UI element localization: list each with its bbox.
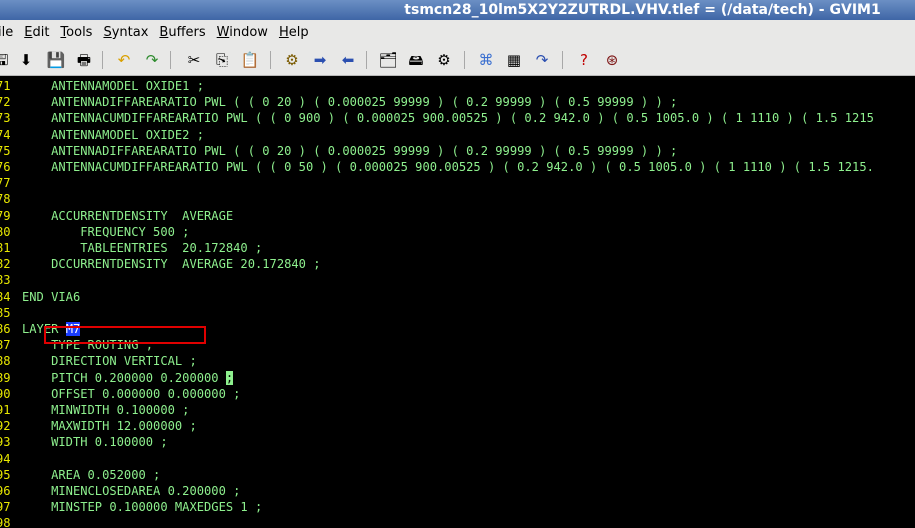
paste-icon[interactable]: 📋 (240, 50, 260, 70)
search-highlight: M7 (65, 322, 81, 336)
toolbar-separator (562, 51, 563, 69)
line-text: WIDTH 0.100000 ; (22, 435, 168, 450)
line-number: 86 (0, 322, 11, 336)
menu-item-buffers[interactable]: Buffers (159, 25, 205, 40)
find-next-icon[interactable]: ➡ (310, 50, 330, 70)
line-number: 80 (0, 224, 11, 239)
line-number: 71 (0, 79, 11, 93)
line-text: OFFSET 0.000000 0.000000 ; (22, 386, 241, 401)
line-number: 91 (0, 403, 11, 417)
save-session-icon[interactable]: 🖴 (406, 50, 426, 70)
menu-bar: ile Edit Tools Syntax Buffers Window Help (0, 20, 915, 44)
undo-icon[interactable]: ↶ (114, 50, 134, 70)
line-number: 97 (0, 500, 11, 515)
menu-item-tools[interactable]: Tools (60, 25, 92, 40)
copy-icon[interactable]: ⎘ (212, 50, 232, 70)
line-number: 77 (0, 176, 11, 191)
line-number: 84 (0, 289, 11, 304)
make-icon[interactable]: ⌘ (476, 50, 496, 70)
line-number: 88 (0, 354, 11, 369)
line-text: ACCURRENTDENSITY AVERAGE (22, 208, 234, 223)
toolbar-separator (170, 51, 171, 69)
redo-icon[interactable]: ↷ (142, 50, 162, 70)
load-session-icon[interactable]: 🗂 (378, 50, 398, 70)
window-titlebar: tsmcn28_10lm5X2Y2ZUTRDL.VHV.tlef = (/dat… (0, 0, 915, 20)
line-text: DIRECTION VERTICAL ; (22, 354, 197, 369)
line-text: ANTENNADIFFAREARATIO PWL ( ( 0 20 ) ( 0.… (22, 143, 678, 158)
line-text: AREA 0.052000 ; (22, 467, 161, 482)
line-number: 81 (0, 241, 11, 255)
line-number: 95 (0, 467, 11, 482)
line-number: 94 (0, 451, 11, 466)
line-number: 93 (0, 435, 11, 450)
text-cursor: ; (225, 370, 234, 385)
run-script-icon[interactable]: ⚙ (434, 50, 454, 70)
save-download-icon[interactable]: ⬇ (16, 50, 36, 70)
line-number: 76 (0, 160, 11, 174)
line-text: END VIA6 (22, 289, 81, 304)
line-number: 75 (0, 143, 11, 158)
line-number: 89 (0, 370, 11, 385)
save-all-icon[interactable]: 💾 (46, 50, 66, 70)
help-icon[interactable]: ? (574, 50, 594, 70)
toolbar-separator (270, 51, 271, 69)
line-text: ANTENNAMODEL OXIDE2 ; (22, 127, 205, 142)
menu-item-syntax[interactable]: Syntax (103, 25, 148, 40)
toolbar-separator (102, 51, 103, 69)
line-number: 96 (0, 484, 11, 498)
text-editor-area[interactable]: 71 ANTENNAMODEL OXIDE1 ; 72 ANTENNADIFFAR… (0, 76, 915, 528)
line-text: TYPE ROUTING ; (22, 338, 154, 353)
line-number: 73 (0, 111, 11, 126)
line-number: 78 (0, 192, 11, 207)
line-text: MINWIDTH 0.100000 ; (22, 403, 190, 417)
line-text: MAXWIDTH 12.000000 ; (22, 419, 197, 434)
find-help-icon[interactable]: ⊛ (602, 50, 622, 70)
open-file-icon[interactable]: 🖫 (0, 50, 12, 70)
toolbar-separator (464, 51, 465, 69)
window-title: tsmcn28_10lm5X2Y2ZUTRDL.VHV.tlef = (/dat… (404, 2, 881, 18)
menu-item-edit[interactable]: Edit (24, 25, 49, 40)
line-text: ANTENNADIFFAREARATIO PWL ( ( 0 20 ) ( 0.… (22, 95, 678, 110)
menu-item-window[interactable]: Window (217, 25, 268, 40)
menu-item-ile[interactable]: ile (0, 25, 13, 40)
line-text: ANTENNAMODEL OXIDE1 ; (22, 79, 205, 93)
menu-item-help[interactable]: Help (279, 25, 309, 40)
cut-icon[interactable]: ✂ (184, 50, 204, 70)
find-replace-icon[interactable]: ⚙ (282, 50, 302, 70)
line-text: ANTENNACUMDIFFAREARATIO PWL ( ( 0 900 ) … (22, 111, 874, 126)
toolbar: 🖫 ⬇ 💾 🖶 ↶ ↷ ✂ ⎘ 📋 ⚙ ➡ ⬅ 🗂 🖴 ⚙ ⌘ ▦ ↷ ? ⊛ (0, 44, 915, 76)
line-text: ANTENNACUMDIFFAREARATIO PWL ( ( 0 50 ) (… (22, 160, 874, 174)
line-text: FREQUENCY 500 ; (22, 224, 190, 239)
line-number: 92 (0, 419, 11, 434)
line-text: TABLEENTRIES 20.172840 ; (22, 241, 263, 255)
line-number: 82 (0, 257, 11, 272)
line-number: 79 (0, 208, 11, 223)
print-icon[interactable]: 🖶 (74, 50, 94, 70)
line-text: MINSTEP 0.100000 MAXEDGES 1 ; (22, 500, 263, 515)
line-number: 83 (0, 273, 11, 288)
jump-tag-icon[interactable]: ↷ (532, 50, 552, 70)
line-text: MINENCLOSEDAREA 0.200000 ; (22, 484, 241, 498)
line-number: 98 (0, 516, 11, 528)
line-text: LAYER M7 (22, 322, 81, 336)
line-number: 90 (0, 386, 11, 401)
find-previous-icon[interactable]: ⬅ (338, 50, 358, 70)
line-number: 85 (0, 305, 11, 320)
line-number: 72 (0, 95, 11, 110)
line-number: 87 (0, 338, 11, 353)
ctags-icon[interactable]: ▦ (504, 50, 524, 70)
line-text: PITCH 0.200000 0.200000 ; (22, 370, 234, 385)
line-text: DCCURRENTDENSITY AVERAGE 20.172840 ; (22, 257, 321, 272)
toolbar-separator (366, 51, 367, 69)
line-number: 74 (0, 127, 11, 142)
